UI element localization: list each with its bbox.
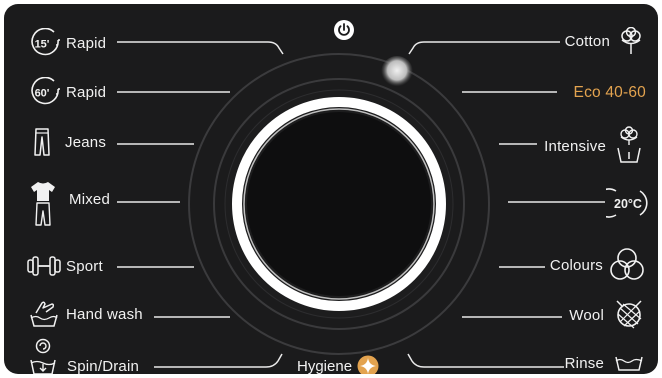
- cotton-flower-icon: [621, 27, 641, 54]
- program-hygiene[interactable]: Hygiene: [297, 355, 379, 374]
- hand-wash-icon: [30, 301, 58, 327]
- program-label: Hygiene: [297, 357, 353, 375]
- wool-ball-icon: [616, 300, 642, 329]
- program-sport[interactable]: Sport: [26, 254, 103, 278]
- program-spin-drain[interactable]: Spin/Drain: [28, 338, 139, 374]
- program-label: Jeans: [65, 133, 107, 151]
- program-20c[interactable]: 20°C: [606, 187, 650, 219]
- program-rapid-15[interactable]: 15' Rapid: [24, 28, 106, 58]
- jeans-icon: [34, 128, 50, 156]
- program-label: Hand wash: [66, 305, 143, 323]
- program-intensive[interactable]: Intensive: [544, 126, 642, 166]
- program-rinse[interactable]: Rinse: [565, 354, 644, 372]
- rapid-60-badge: 60': [35, 88, 50, 100]
- 15-min-timer-icon: 15': [31, 28, 60, 56]
- colours-circles-icon: [610, 248, 644, 280]
- program-label: Mixed: [69, 190, 111, 208]
- program-label: Rinse: [564, 354, 604, 372]
- program-cotton[interactable]: Cotton: [565, 27, 644, 55]
- program-eco-40-60[interactable]: Eco 40-60: [574, 84, 646, 102]
- program-mixed[interactable]: Mixed: [29, 181, 110, 227]
- washing-machine-control-panel: 15' Rapid 60' Rapid Jeans Mixed Sport Ha…: [4, 4, 658, 374]
- program-label: Rapid: [66, 34, 107, 52]
- program-hand-wash[interactable]: Hand wash: [28, 299, 143, 329]
- program-label: Cotton: [564, 32, 610, 50]
- program-label: Rapid: [66, 83, 107, 101]
- temperature-badge: 20°C: [614, 197, 642, 211]
- program-label: Sport: [66, 257, 103, 275]
- intensive-tub-icon: [617, 126, 641, 163]
- 20c-icon: 20°C: [606, 188, 648, 218]
- program-label-selected: Eco 40-60: [573, 84, 646, 101]
- dumbbell-icon: [27, 256, 61, 276]
- program-colours[interactable]: Colours: [550, 246, 646, 284]
- dial-center: [247, 112, 431, 296]
- power-icon: [334, 20, 354, 40]
- dial-selector-indicator: [381, 56, 413, 88]
- spin-drain-icon: [30, 338, 56, 374]
- rapid-15-badge: 15': [35, 39, 50, 51]
- mixed-clothes-icon: [31, 182, 55, 226]
- hygiene-star-icon: [357, 355, 379, 374]
- program-label: Intensive: [544, 137, 606, 155]
- rinse-tub-icon: [615, 356, 643, 371]
- program-label: Spin/Drain: [67, 357, 140, 375]
- program-label: Wool: [569, 306, 604, 324]
- program-jeans[interactable]: Jeans: [31, 127, 106, 157]
- 60-min-timer-icon: 60': [31, 77, 60, 105]
- program-label: Colours: [549, 256, 603, 274]
- program-wool[interactable]: Wool: [569, 298, 644, 332]
- program-rapid-60[interactable]: 60' Rapid: [24, 77, 106, 107]
- power-button[interactable]: [333, 19, 355, 41]
